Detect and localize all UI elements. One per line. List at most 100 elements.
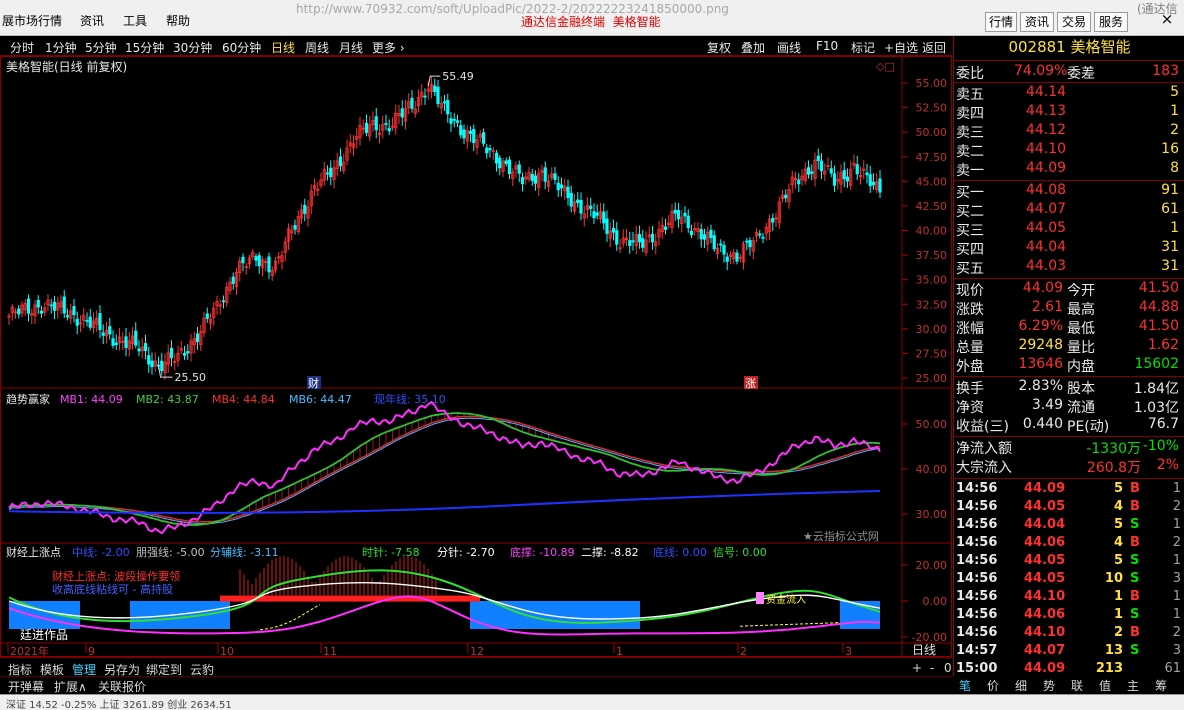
ercheng-line xyxy=(259,604,321,631)
ind1-label-mb2: MB2: 43.87 xyxy=(136,393,199,406)
tick-price: 44.06 xyxy=(1024,535,1066,550)
stat-value: 13646 xyxy=(1018,356,1063,372)
right-tab[interactable]: 细 xyxy=(1015,677,1027,694)
sell-level-volume: 1 xyxy=(1170,103,1179,119)
sell-level-row[interactable]: 卖一 44.09 8 xyxy=(954,160,1184,179)
tick-row: 14:56 44.04 5 S 1 xyxy=(954,517,1184,535)
toolbar-item[interactable]: 返回 xyxy=(922,39,946,56)
url-text: http://www.70932.com/soft/UploadPic/2022… xyxy=(296,2,729,16)
ind1-label-year: 现年线: 35.10 xyxy=(374,392,446,406)
zoom-control[interactable]: + xyxy=(912,661,922,675)
period-item[interactable]: 周线 xyxy=(305,39,329,56)
candle-body xyxy=(810,171,814,174)
close-icon[interactable]: × xyxy=(1156,8,1178,30)
toolbar-item[interactable]: 画线 xyxy=(777,39,801,56)
sell-level-volume: 5 xyxy=(1170,84,1179,100)
candle-body xyxy=(673,209,677,214)
tick-volume: 5 xyxy=(1113,481,1123,496)
buy-level-row[interactable]: 买三 44.05 1 xyxy=(954,220,1184,239)
zoom-control[interactable]: 0 xyxy=(944,661,952,675)
tick-time: 15:00 xyxy=(956,661,998,676)
trade-button[interactable]: 交易 xyxy=(1057,12,1091,32)
sell-level-row[interactable]: 卖三 44.12 2 xyxy=(954,122,1184,141)
candle-body xyxy=(553,173,557,180)
tick-volume: 4 xyxy=(1113,499,1123,514)
extra-tool-item[interactable]: 关联报价 xyxy=(98,678,146,695)
menu-tools[interactable]: 工具 xyxy=(123,12,147,29)
indicator-toolbar: 指标 模板 管理 另存为 绑定到 云豹 + -0 xyxy=(0,657,952,677)
candle-body xyxy=(592,211,596,219)
ind2-tick-label: 0.00 xyxy=(923,595,948,608)
candle-body xyxy=(36,299,40,308)
toolbar-item[interactable]: 标记 xyxy=(851,39,875,56)
cai-badge-label: 财 xyxy=(308,376,319,390)
service-button[interactable]: 服务 xyxy=(1094,12,1128,32)
right-tab[interactable]: 价 xyxy=(987,677,999,694)
zoom-control[interactable]: - xyxy=(930,661,934,675)
period-item[interactable]: 1分钟 xyxy=(45,39,77,56)
right-tab[interactable]: 筹 xyxy=(1155,677,1167,694)
tick-time: 14:56 xyxy=(956,607,998,622)
candle-body xyxy=(114,342,118,345)
menu-market[interactable]: 展市场行情 xyxy=(2,12,62,29)
candle-body xyxy=(676,210,681,220)
toolbar-item[interactable]: F10 xyxy=(816,39,838,53)
chart-title: 美格智能(日线 前复权) xyxy=(6,59,127,74)
period-item[interactable]: 月线 xyxy=(339,39,363,56)
period-item[interactable]: 30分钟 xyxy=(173,39,212,56)
tick-count: 1 xyxy=(1172,553,1181,568)
candle-body xyxy=(576,199,580,203)
right-tab[interactable]: 值 xyxy=(1099,677,1111,694)
tick-count: 2 xyxy=(1172,535,1181,550)
brand-label: 通达信金融终端 美格智能 xyxy=(521,13,661,30)
period-item[interactable]: 15分钟 xyxy=(125,39,164,56)
right-tab[interactable]: 笔 xyxy=(959,677,971,694)
y-tick-label: 25.00 xyxy=(916,372,948,385)
year-line xyxy=(8,490,881,514)
buy-level-row[interactable]: 买一 44.08 91 xyxy=(954,182,1184,201)
market-button[interactable]: 行情 xyxy=(985,12,1017,32)
sell-level-price: 44.14 xyxy=(1026,84,1067,100)
buy-level-row[interactable]: 买五 44.03 31 xyxy=(954,258,1184,277)
candle-body xyxy=(436,86,440,104)
toolbar-item[interactable]: +自选 xyxy=(884,39,918,56)
extra-tool-item[interactable]: 扩展∧ xyxy=(54,678,87,695)
news-button[interactable]: 资讯 xyxy=(1020,12,1054,32)
candle-body xyxy=(712,235,716,250)
right-tab[interactable]: 主 xyxy=(1127,677,1139,694)
menu-help[interactable]: 帮助 xyxy=(166,12,190,29)
tick-price: 44.10 xyxy=(1024,589,1066,604)
candle-body xyxy=(722,245,726,255)
kline-chart[interactable]: 55.00 52.50 50.00 47.50 45.00 42.50 40.00 37.50… xyxy=(0,56,952,657)
period-item[interactable]: 60分钟 xyxy=(222,39,261,56)
diamond-icon: ◇□ xyxy=(876,60,895,73)
stat-value: 44.09 xyxy=(1022,280,1063,296)
y-tick-label: 37.50 xyxy=(916,249,948,262)
candle-body xyxy=(75,318,79,326)
right-tab[interactable]: 势 xyxy=(1043,677,1055,694)
period-item[interactable]: 更多 › xyxy=(372,39,405,56)
tick-count: 1 xyxy=(1172,517,1181,532)
toolbar-item[interactable]: 复权 xyxy=(707,39,731,56)
buy-level-volume: 31 xyxy=(1161,239,1179,255)
fund-row: 换手 2.83% 股本 1.84亿 xyxy=(954,378,1184,397)
period-item[interactable]: 分时 xyxy=(10,39,34,56)
tick-time: 14:56 xyxy=(956,625,998,640)
stat-row: 涨幅 6.29% 最低 41.50 xyxy=(954,318,1184,337)
buy-level-row[interactable]: 买四 44.04 31 xyxy=(954,239,1184,258)
buy-level-label: 买一 xyxy=(956,185,984,201)
ind1-label-mb1: MB1: 44.09 xyxy=(60,393,123,406)
right-tab[interactable]: 联 xyxy=(1071,677,1083,694)
period-item[interactable]: 日线 xyxy=(271,39,295,56)
y-tick-label: 27.50 xyxy=(916,347,948,360)
extra-tool-item[interactable]: 开弹幕 xyxy=(8,678,44,695)
period-item[interactable]: 5分钟 xyxy=(85,39,117,56)
candle-body xyxy=(108,326,112,335)
buy-level-row[interactable]: 买二 44.07 61 xyxy=(954,201,1184,220)
menu-news[interactable]: 资讯 xyxy=(80,12,104,29)
toolbar-item[interactable]: 叠加 xyxy=(741,39,765,56)
sell-level-row[interactable]: 卖二 44.10 16 xyxy=(954,141,1184,160)
candle-body xyxy=(65,315,70,318)
sell-level-row[interactable]: 卖四 44.13 1 xyxy=(954,103,1184,122)
sell-level-row[interactable]: 卖五 44.14 5 xyxy=(954,84,1184,103)
